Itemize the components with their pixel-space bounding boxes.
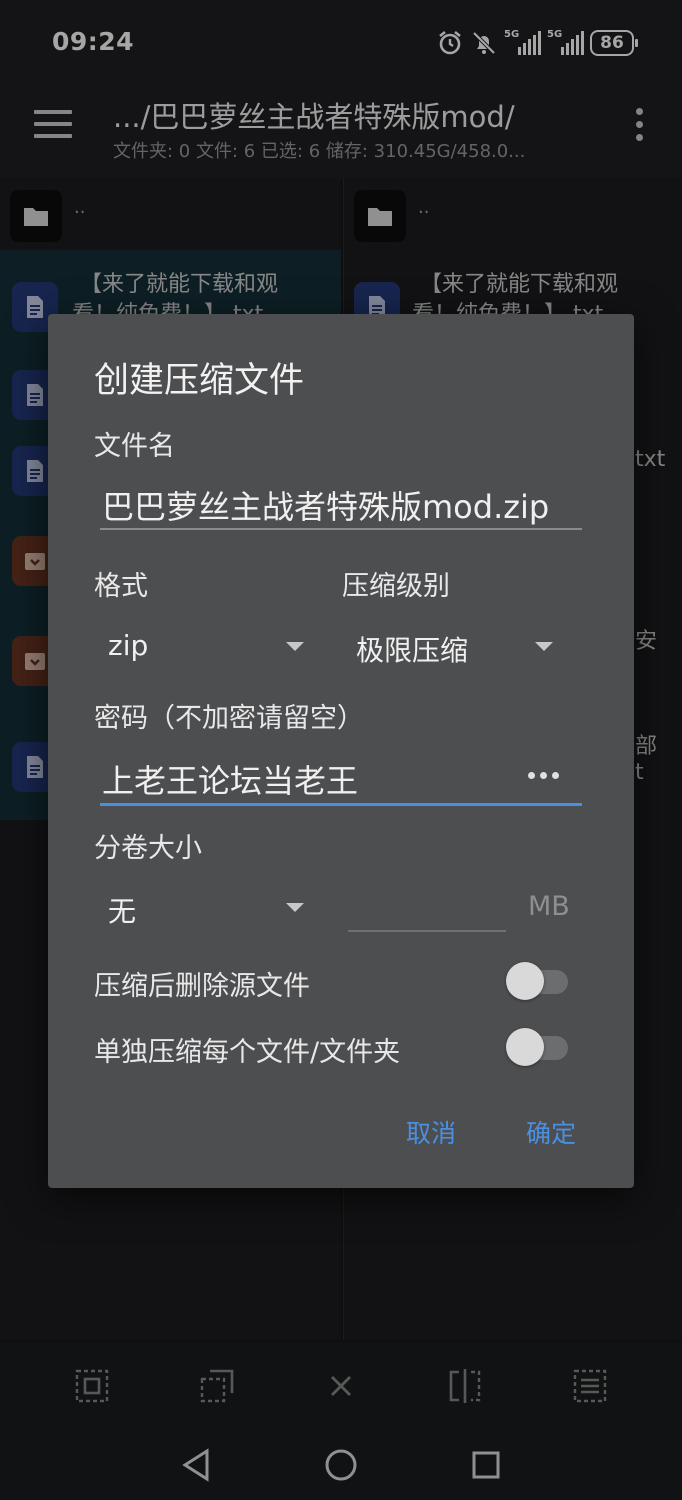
delete-source-toggle[interactable] [506, 960, 568, 1000]
password-label: 密码（不加密请留空） [94, 703, 364, 734]
ok-button[interactable]: 确定 [526, 1114, 576, 1150]
compression-level-label: 压缩级别 [342, 571, 450, 602]
format-dropdown-icon [286, 642, 304, 651]
password-visibility-icon[interactable] [528, 772, 559, 779]
format-label: 格式 [94, 571, 148, 602]
separate-archive-label: 单独压缩每个文件/文件夹 [94, 1037, 401, 1068]
dialog-title: 创建压缩文件 [94, 361, 305, 401]
filename-label: 文件名 [94, 431, 175, 462]
separate-archive-toggle[interactable] [506, 1026, 568, 1066]
password-input[interactable]: 上老王论坛当老王 [102, 756, 358, 802]
password-underline [100, 803, 582, 806]
filename-underline [100, 528, 582, 530]
compression-level-dropdown-icon [535, 642, 553, 651]
split-size-value: 无 [108, 895, 137, 928]
split-size-input[interactable] [348, 930, 506, 932]
split-size-label: 分卷大小 [94, 833, 202, 864]
cancel-button[interactable]: 取消 [406, 1114, 456, 1150]
split-size-dropdown-icon [286, 903, 304, 912]
create-archive-dialog: 创建压缩文件 文件名 巴巴萝丝主战者特殊版mod.zip 格式 压缩级别 zip… [48, 314, 634, 1188]
delete-source-label: 压缩后删除源文件 [94, 971, 310, 1002]
filename-input[interactable]: 巴巴萝丝主战者特殊版mod.zip [102, 482, 549, 528]
format-value: zip [108, 629, 149, 662]
compression-level-value: 极限压缩 [356, 634, 469, 667]
split-size-unit: MB [528, 891, 570, 922]
